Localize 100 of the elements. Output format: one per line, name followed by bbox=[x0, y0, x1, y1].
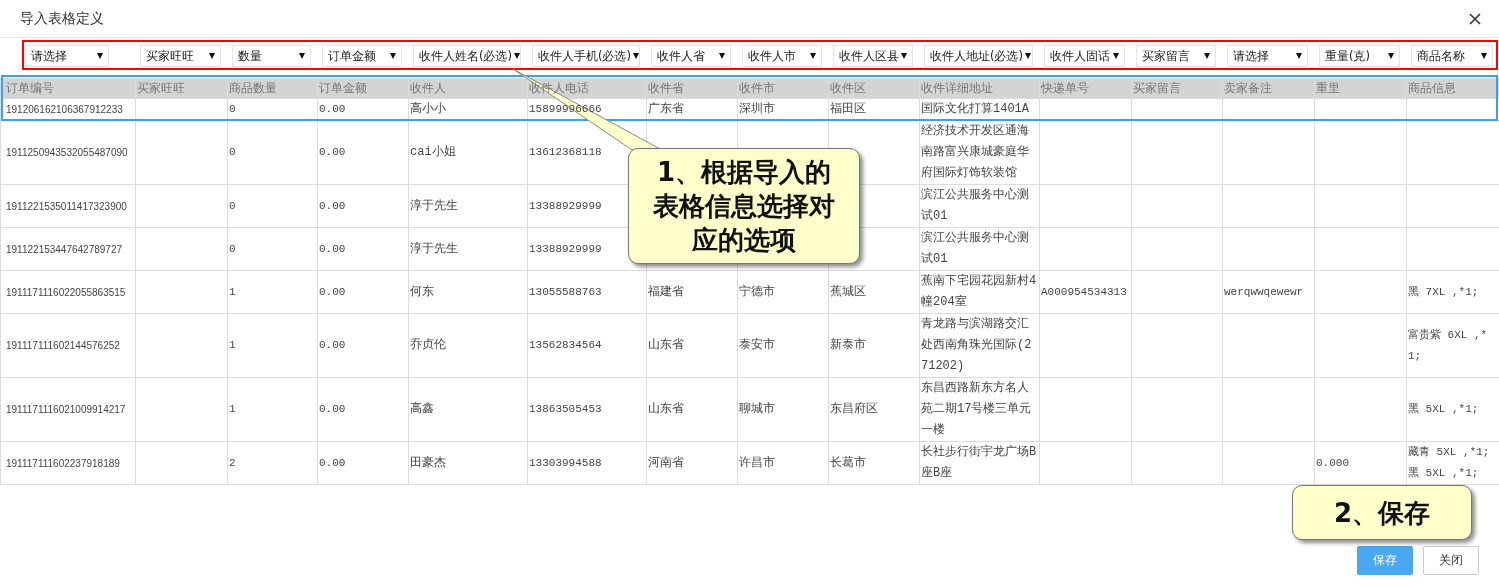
mapping-dropdown[interactable]: 买家旺旺 bbox=[140, 45, 221, 67]
table-cell: cai小姐 bbox=[410, 145, 456, 159]
table-cell: 1 bbox=[229, 285, 236, 298]
table-cell: 13055588763 bbox=[529, 285, 602, 298]
table-cell: 滨江公共服务中心测试01 bbox=[921, 231, 1029, 266]
table-cell: 15899996666 bbox=[529, 103, 602, 115]
mapping-dropdown[interactable]: 数量 bbox=[232, 45, 311, 67]
table-cell: 藏青 5XL ,*1; 黑 5XL ,*1; bbox=[1408, 446, 1490, 479]
mapping-dropdown[interactable]: 买家留言 bbox=[1136, 45, 1216, 67]
column-header: 重里 bbox=[1316, 81, 1340, 95]
column-header: 收件区 bbox=[830, 81, 866, 95]
column-header: 收件市 bbox=[739, 81, 775, 95]
column-header: 卖家备注 bbox=[1224, 81, 1272, 95]
column-header: 收件人电话 bbox=[529, 81, 589, 95]
table-cell: 191122153447642789727 bbox=[6, 243, 123, 255]
table-cell: 1911171116021009914217 bbox=[6, 404, 126, 415]
table-cell: 1 bbox=[229, 403, 236, 415]
table-cell: 0.00 bbox=[319, 242, 346, 255]
table-cell: 0.00 bbox=[319, 199, 346, 212]
table-cell: 经济技术开发区通海南路富兴康城豪庭华府国际灯饰软装馆 bbox=[921, 124, 1029, 180]
table-cell: 黑 5XL ,*1; bbox=[1408, 403, 1479, 415]
table-cell: 1911250943532055487090 bbox=[6, 147, 128, 158]
column-header: 订单金额 bbox=[319, 81, 367, 95]
callout: 2、保存 bbox=[1292, 485, 1472, 540]
table-cell: 滨江公共服务中心测试01 bbox=[921, 188, 1029, 223]
table-cell: 0.00 bbox=[319, 146, 346, 158]
mapping-dropdown[interactable]: 请选择 bbox=[1227, 45, 1308, 67]
table-cell: 13612368118 bbox=[529, 146, 602, 158]
mapping-dropdown[interactable]: 收件人固话 bbox=[1044, 45, 1125, 67]
table-cell: 13562834564 bbox=[529, 339, 602, 351]
table-cell: 1 bbox=[229, 339, 236, 351]
table-cell: 新泰市 bbox=[830, 338, 866, 352]
table-cell: 191117111602144576252 bbox=[6, 340, 120, 351]
table-cell: werqwwqewewr bbox=[1224, 285, 1304, 298]
mapping-dropdown[interactable]: 商品名称 bbox=[1411, 45, 1493, 67]
table-cell: 0.00 bbox=[319, 103, 346, 115]
column-header: 订单编号 bbox=[6, 81, 54, 95]
table-cell: 高小小 bbox=[410, 102, 446, 116]
column-header: 商品信息 bbox=[1408, 81, 1456, 95]
table-cell: A000954534313 bbox=[1041, 285, 1127, 298]
table-cell: 山东省 bbox=[648, 402, 684, 416]
column-header: 快递单号 bbox=[1041, 81, 1089, 95]
table-cell: 1911171116022055863515 bbox=[6, 286, 126, 298]
table-cell: 0 bbox=[229, 199, 236, 212]
table-cell: 乔贞伦 bbox=[410, 338, 446, 352]
table-cell: 东昌府区 bbox=[830, 402, 878, 416]
table-cell: 淳于先生 bbox=[410, 241, 458, 256]
table-cell: 何东 bbox=[410, 284, 434, 299]
close-button[interactable]: 关闭 bbox=[1423, 546, 1479, 575]
table-cell: 0 bbox=[229, 146, 236, 158]
table-cell: 国际文化打算1401A bbox=[921, 102, 1029, 116]
table-cell: 广东省 bbox=[648, 102, 684, 116]
table-cell: 13388929999 bbox=[529, 199, 602, 212]
table-cell: 长葛市 bbox=[830, 455, 866, 470]
table-cell: 0.00 bbox=[319, 403, 346, 415]
mapping-dropdown[interactable]: 订单金额 bbox=[322, 45, 402, 67]
dialog-title: 导入表格定义 bbox=[20, 9, 104, 28]
mapping-dropdown[interactable]: 重量(克) bbox=[1319, 45, 1400, 67]
table-cell: 宁德市 bbox=[739, 284, 775, 299]
column-header: 收件人 bbox=[410, 81, 446, 95]
table-cell: 0.000 bbox=[1316, 456, 1349, 469]
mapping-dropdown[interactable]: 收件人区县 bbox=[833, 45, 913, 67]
callout: 1、根据导入的 表格信息选择对 应的选项 bbox=[628, 148, 860, 264]
table-cell: 泰安市 bbox=[739, 338, 775, 352]
column-header: 买家旺旺 bbox=[137, 81, 185, 95]
mapping-dropdown[interactable]: 收件人市 bbox=[742, 45, 822, 67]
table-cell: 福田区 bbox=[830, 102, 866, 116]
table-cell: 聊城市 bbox=[739, 402, 775, 416]
table-cell: 高鑫 bbox=[410, 402, 434, 416]
table-cell: 许昌市 bbox=[739, 455, 775, 470]
mapping-dropdown[interactable]: 请选择 bbox=[25, 45, 109, 67]
table-cell: 0.00 bbox=[319, 339, 346, 351]
table-cell: 蕉南下宅园花园新村4幢204室 bbox=[921, 274, 1037, 309]
table-cell: 东昌西路新东方名人苑二期17号楼三单元一楼 bbox=[921, 381, 1032, 437]
table-cell: 长社步行街宇龙广场B座B座 bbox=[921, 445, 1037, 480]
mapping-dropdown[interactable]: 收件人省 bbox=[651, 45, 731, 67]
table-cell: 田豪杰 bbox=[410, 455, 446, 470]
table-cell: 13388929999 bbox=[529, 242, 602, 255]
column-header: 收件详细地址 bbox=[921, 81, 993, 95]
table-cell: 191117111602237918189 bbox=[6, 457, 120, 469]
table-cell: 富贵紫 6XL ,*1; bbox=[1408, 328, 1488, 362]
column-header: 买家留言 bbox=[1133, 81, 1181, 95]
table-cell: 山东省 bbox=[648, 338, 684, 352]
table-cell: 2 bbox=[229, 456, 236, 469]
mapping-dropdown[interactable]: 收件人姓名(必选) bbox=[413, 45, 521, 67]
table-cell: 淳于先生 bbox=[410, 198, 458, 213]
mapping-dropdown[interactable]: 收件人手机(必选) bbox=[532, 45, 640, 67]
table-cell: 青龙路与滨湖路交汇处西南角珠光国际(271202) bbox=[921, 317, 1032, 373]
table-cell: 13863505453 bbox=[529, 403, 602, 415]
mapping-dropdown[interactable]: 收件人地址(必选) bbox=[924, 45, 1033, 67]
column-header: 商品数量 bbox=[229, 81, 277, 95]
table-cell: 河南省 bbox=[648, 455, 684, 470]
table-cell: 191206162106367912233 bbox=[6, 104, 123, 115]
close-icon[interactable] bbox=[1469, 12, 1481, 25]
table-cell: 福建省 bbox=[648, 284, 684, 299]
column-header: 收件省 bbox=[648, 81, 684, 95]
table-cell: 0 bbox=[229, 103, 236, 115]
table-cell: 1911221535011417323900 bbox=[6, 200, 127, 212]
table-cell: 0.00 bbox=[319, 285, 346, 298]
table-cell: 0 bbox=[229, 242, 236, 255]
